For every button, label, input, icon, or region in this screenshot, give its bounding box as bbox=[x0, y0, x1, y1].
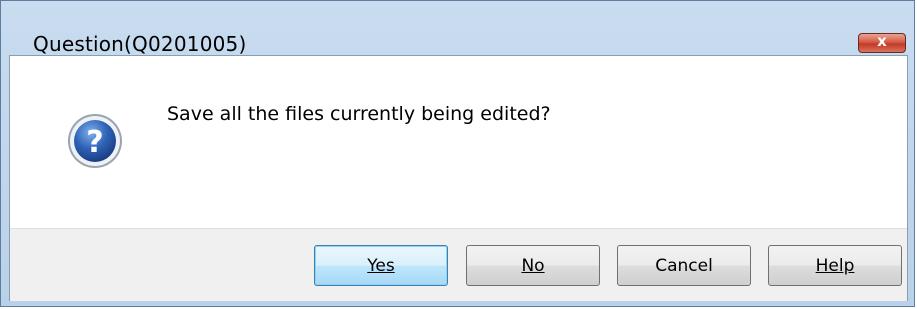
window-title: Question(Q0201005) bbox=[33, 32, 247, 56]
dialog-client-area: ? Save all the files currently being edi… bbox=[9, 55, 908, 301]
yes-button-label: Yes bbox=[367, 255, 395, 276]
dialog-message: Save all the files currently being edite… bbox=[167, 103, 551, 125]
title-bar: Question(Q0201005) x bbox=[1, 1, 914, 56]
question-dialog: Question(Q0201005) x ? Save all the file… bbox=[0, 0, 915, 307]
button-bar: Yes No Cancel Help bbox=[10, 228, 907, 301]
question-icon: ? bbox=[68, 114, 122, 168]
message-area: ? Save all the files currently being edi… bbox=[10, 56, 907, 228]
yes-button[interactable]: Yes bbox=[314, 245, 448, 286]
close-icon: x bbox=[877, 32, 887, 50]
cancel-button-label: Cancel bbox=[655, 255, 713, 276]
no-button[interactable]: No bbox=[466, 245, 600, 286]
help-button[interactable]: Help bbox=[768, 245, 902, 286]
cancel-button[interactable]: Cancel bbox=[617, 245, 751, 286]
help-button-label: Help bbox=[815, 255, 855, 276]
no-button-label: No bbox=[521, 255, 545, 276]
close-button[interactable]: x bbox=[858, 32, 906, 53]
svg-text:?: ? bbox=[86, 125, 103, 160]
